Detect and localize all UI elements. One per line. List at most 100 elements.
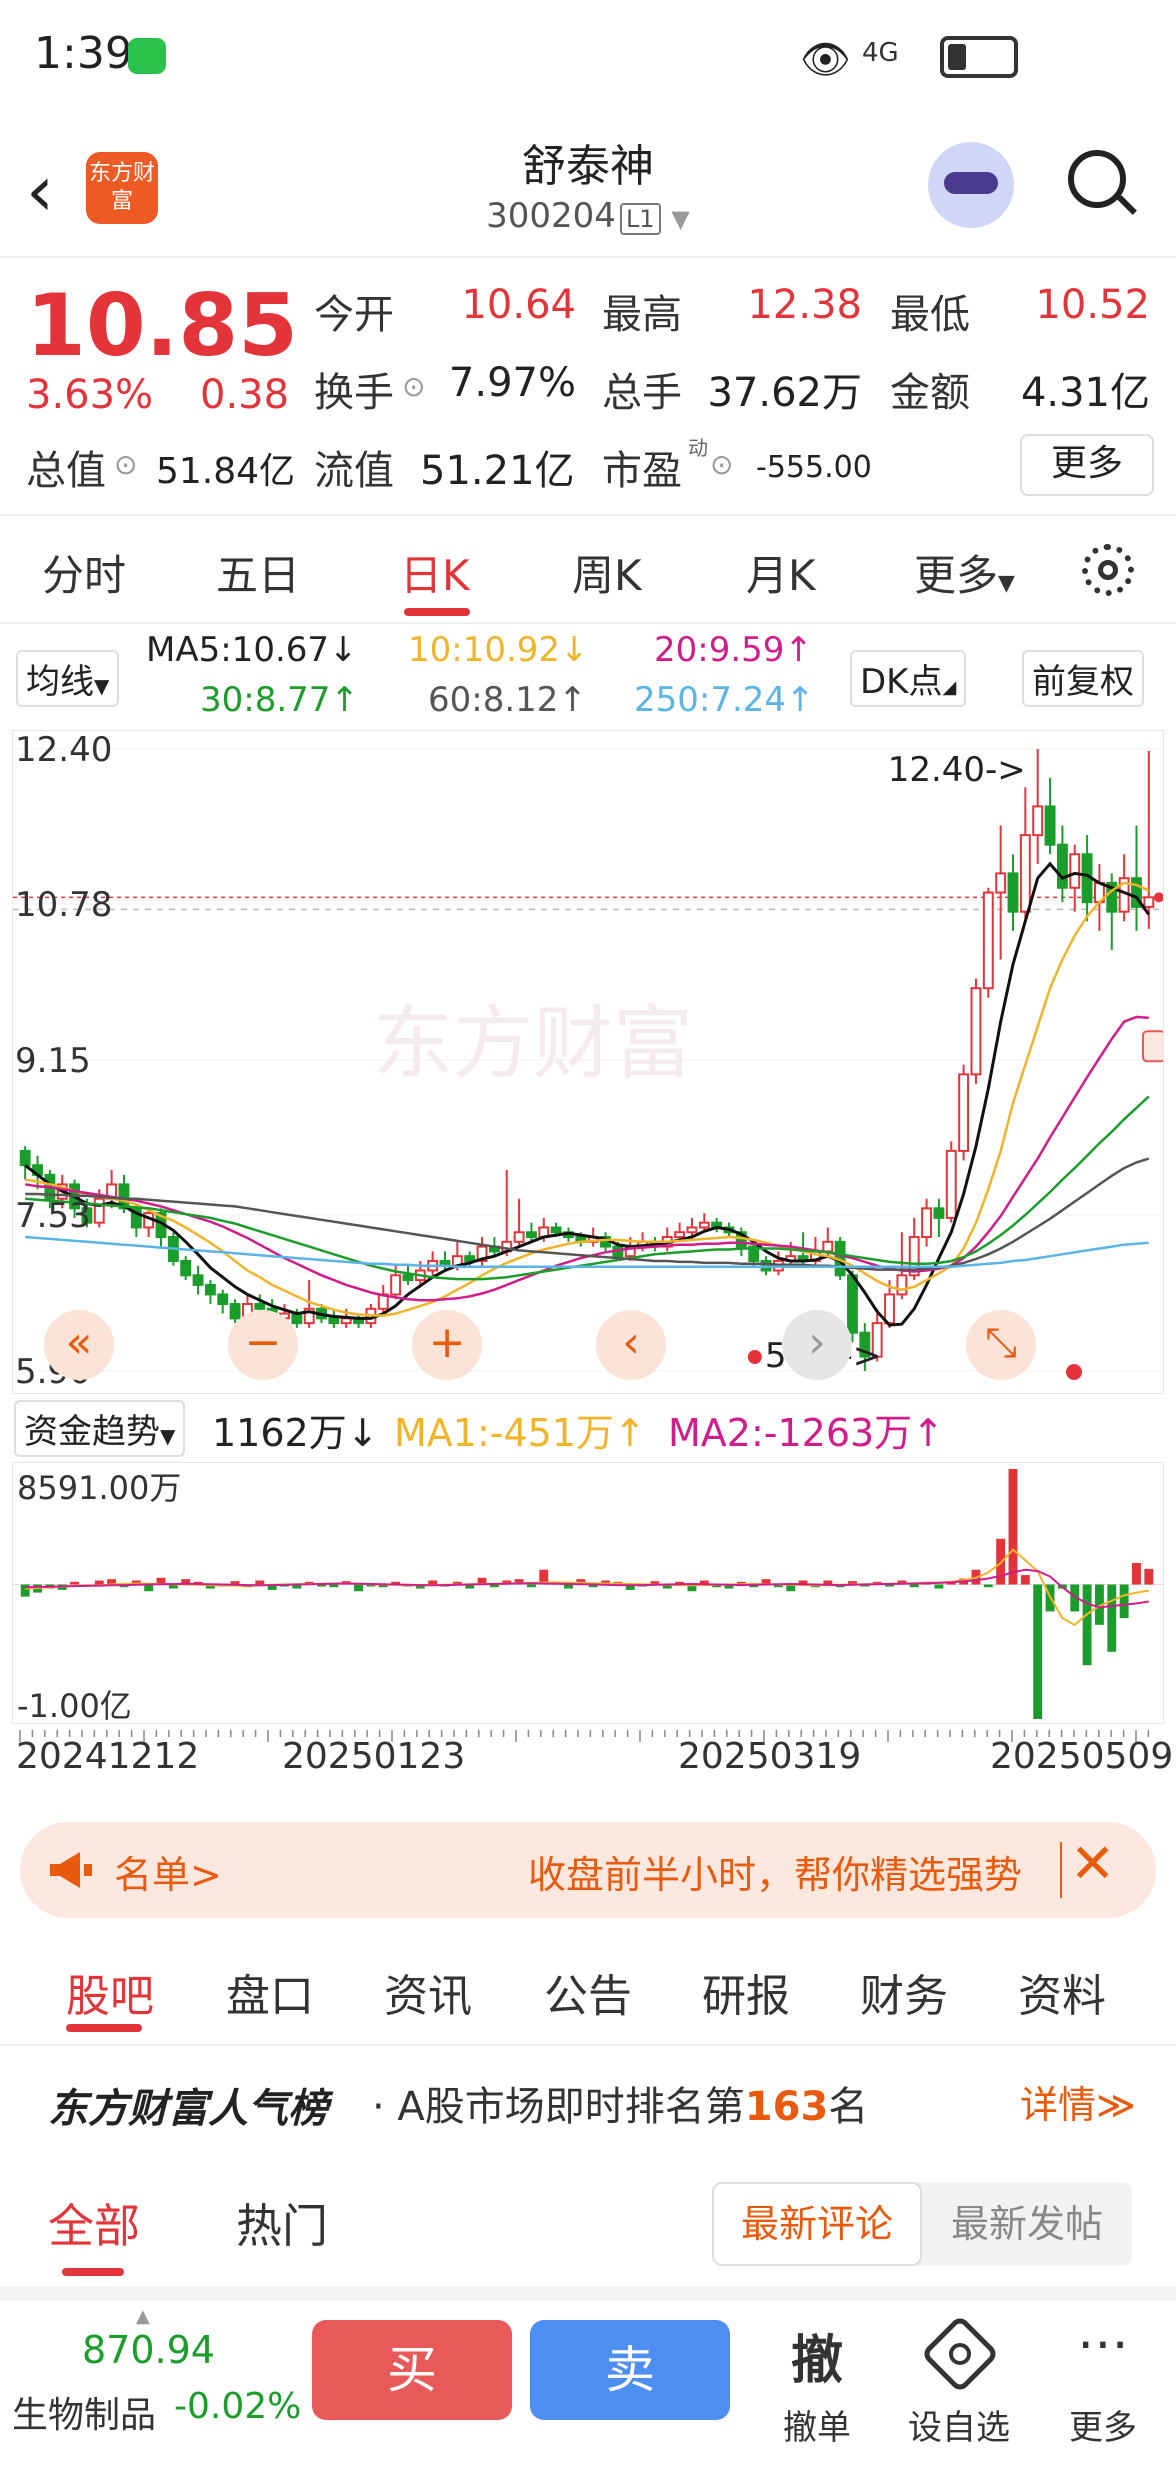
mcap-value: 51.84亿 bbox=[156, 451, 296, 492]
status-bar: 1:39 👁 4G bbox=[0, 0, 1176, 110]
tab-research[interactable]: 研报 bbox=[702, 1960, 790, 2024]
add-watchlist-label[interactable]: 设自选 bbox=[904, 2400, 1014, 2449]
watchlist-icon[interactable] bbox=[920, 2314, 1000, 2394]
fund-selector[interactable]: 资金趋势▼ bbox=[14, 1400, 186, 1457]
info-icon[interactable]: ⊙ bbox=[402, 370, 425, 403]
open-label: 今开 bbox=[314, 292, 394, 338]
candle-body bbox=[192, 1274, 204, 1286]
next-icon[interactable]: › bbox=[782, 1310, 852, 1380]
rank-detail-link[interactable]: 详情≫ bbox=[1020, 2074, 1136, 2129]
candle-body bbox=[1032, 805, 1044, 837]
tab-finance[interactable]: 财务 bbox=[860, 1960, 948, 2024]
fund-bars bbox=[13, 1469, 1163, 1719]
tab-weekly-k[interactable]: 周K bbox=[572, 542, 642, 603]
low-label: 最低 bbox=[890, 292, 970, 338]
tab-forum[interactable]: 股吧 bbox=[66, 1960, 154, 2024]
buy-button[interactable]: 买 bbox=[312, 2320, 512, 2420]
tab-more[interactable]: 更多▼ bbox=[914, 542, 1015, 603]
rewind-icon[interactable]: « bbox=[44, 1310, 114, 1380]
fund-ma1: MA1:-451万↑ bbox=[394, 1411, 646, 1455]
fund-value: 1162万↓ bbox=[212, 1411, 379, 1455]
candle-body bbox=[402, 1274, 414, 1282]
cancel-order-label[interactable]: 撤单 bbox=[762, 2400, 872, 2449]
promo-banner[interactable]: 名单> 收盘前半小时，帮你精选强势 ✕ bbox=[20, 1822, 1156, 1918]
sort-newest-post[interactable]: 最新发帖 bbox=[922, 2182, 1132, 2266]
fund-bottom-label: -1.00亿 bbox=[17, 1687, 132, 1724]
tab-news[interactable]: 资讯 bbox=[384, 1960, 472, 2024]
sell-button[interactable]: 卖 bbox=[530, 2320, 730, 2420]
volume-label: 总手 bbox=[602, 370, 682, 416]
turnover-value: 7.97% bbox=[448, 360, 576, 406]
candle-body bbox=[933, 1207, 945, 1219]
more-quote-button[interactable]: 更多 bbox=[1020, 434, 1154, 496]
candle-body bbox=[1056, 843, 1068, 889]
stock-code: 300204 bbox=[486, 196, 616, 236]
high-value: 12.38 bbox=[747, 282, 862, 328]
watermark-text: 东方财富 bbox=[373, 997, 693, 1090]
fund-bar bbox=[70, 1581, 80, 1585]
tab-intraday[interactable]: 分时 bbox=[42, 542, 126, 603]
assistant-robot-icon[interactable] bbox=[928, 142, 1014, 228]
amount-label: 金额 bbox=[890, 370, 970, 416]
fund-bar bbox=[1132, 1563, 1141, 1585]
zoom-in-icon[interactable]: + bbox=[412, 1310, 482, 1380]
candle-body bbox=[180, 1259, 192, 1277]
adjust-mode-button[interactable]: 前复权 bbox=[1022, 650, 1144, 707]
tab-profile[interactable]: 资料 bbox=[1018, 1960, 1106, 2024]
caret-down-icon: ▼ bbox=[160, 1424, 176, 1448]
sector-name[interactable]: 生物制品 bbox=[12, 2386, 156, 2438]
date-axis: 20241212 20250123 20250319 20250509 bbox=[0, 1730, 1176, 1804]
banner-link[interactable]: 名单> bbox=[114, 1844, 222, 1899]
tab-handicap[interactable]: 盘口 bbox=[226, 1960, 314, 2024]
more-label[interactable]: 更多 bbox=[1048, 2400, 1158, 2449]
wechat-icon bbox=[128, 38, 166, 74]
info-icon[interactable]: ⊙ bbox=[114, 448, 137, 481]
rank-number: 163 bbox=[744, 2084, 829, 2130]
max-price-marker: 12.40-> bbox=[888, 750, 1026, 790]
sort-segmented-control: 最新评论 最新发帖 bbox=[712, 2182, 1132, 2266]
prev-icon[interactable]: ‹ bbox=[596, 1310, 666, 1380]
sector-index-value[interactable]: 870.94 bbox=[82, 2328, 215, 2372]
candle-body bbox=[1044, 805, 1056, 846]
low-value: 10.52 bbox=[1035, 282, 1150, 328]
rank-suffix: 名 bbox=[828, 2084, 869, 2130]
ma10-value: 10:10.92↓ bbox=[408, 630, 589, 670]
kline-chart[interactable]: 东方财富 12.4010.789.157.535.90 12.40->5.90-… bbox=[12, 730, 1164, 1394]
fullscreen-icon[interactable]: ⤡ bbox=[966, 1310, 1036, 1380]
megaphone-icon bbox=[50, 1852, 92, 1888]
ma-selector-label: 均线 bbox=[26, 662, 94, 702]
candle-body bbox=[550, 1226, 562, 1234]
cancel-order-icon[interactable]: 撤 bbox=[762, 2318, 872, 2393]
candle-body bbox=[982, 891, 994, 990]
candle-body bbox=[945, 1149, 957, 1219]
close-icon[interactable]: ✕ bbox=[1070, 1832, 1115, 1895]
gear-icon[interactable] bbox=[1082, 544, 1134, 596]
section-tabs: 股吧 盘口 资讯 公告 研报 财务 资料 bbox=[0, 1940, 1176, 2046]
amount-value: 4.31亿 bbox=[1020, 370, 1150, 416]
info-icon[interactable]: ⊙ bbox=[710, 448, 733, 481]
tab-monthly-k[interactable]: 月K bbox=[746, 542, 816, 603]
candle-body bbox=[896, 1274, 908, 1296]
tab-announcements[interactable]: 公告 bbox=[544, 1960, 632, 2024]
caret-icon: ◢ bbox=[942, 677, 957, 698]
sort-newest-comment[interactable]: 最新评论 bbox=[712, 2182, 922, 2266]
search-icon[interactable] bbox=[1068, 150, 1126, 208]
candle-body bbox=[204, 1283, 216, 1296]
tab-all-posts[interactable]: 全部 bbox=[48, 2190, 140, 2256]
tab-hot-posts[interactable]: 热门 bbox=[236, 2190, 328, 2256]
change-percent: 3.63% bbox=[26, 372, 154, 418]
candle-body bbox=[464, 1255, 476, 1262]
tab-daily-k[interactable]: 日K bbox=[400, 542, 470, 603]
rank-prefix: · A股市场即时排名第 bbox=[372, 2084, 745, 2130]
more-dots-icon[interactable]: ⋯ bbox=[1048, 2314, 1158, 2374]
fund-bar bbox=[934, 1584, 944, 1589]
fund-ma2: MA2:-1263万↑ bbox=[668, 1411, 945, 1455]
tab-five-day[interactable]: 五日 bbox=[216, 542, 300, 603]
dk-point-selector[interactable]: DK点◢ bbox=[850, 650, 967, 707]
ma-selector[interactable]: 均线▼ bbox=[16, 650, 120, 707]
popularity-rank[interactable]: 东方财富人气榜 · A股市场即时排名第163名 详情≫ bbox=[0, 2046, 1176, 2156]
ma-lines bbox=[24, 861, 1151, 1327]
fund-selector-label: 资金趋势 bbox=[24, 1412, 160, 1452]
zoom-out-icon[interactable]: − bbox=[228, 1310, 298, 1380]
fund-chart[interactable]: 8591.00万 -1.00亿 bbox=[12, 1462, 1164, 1724]
